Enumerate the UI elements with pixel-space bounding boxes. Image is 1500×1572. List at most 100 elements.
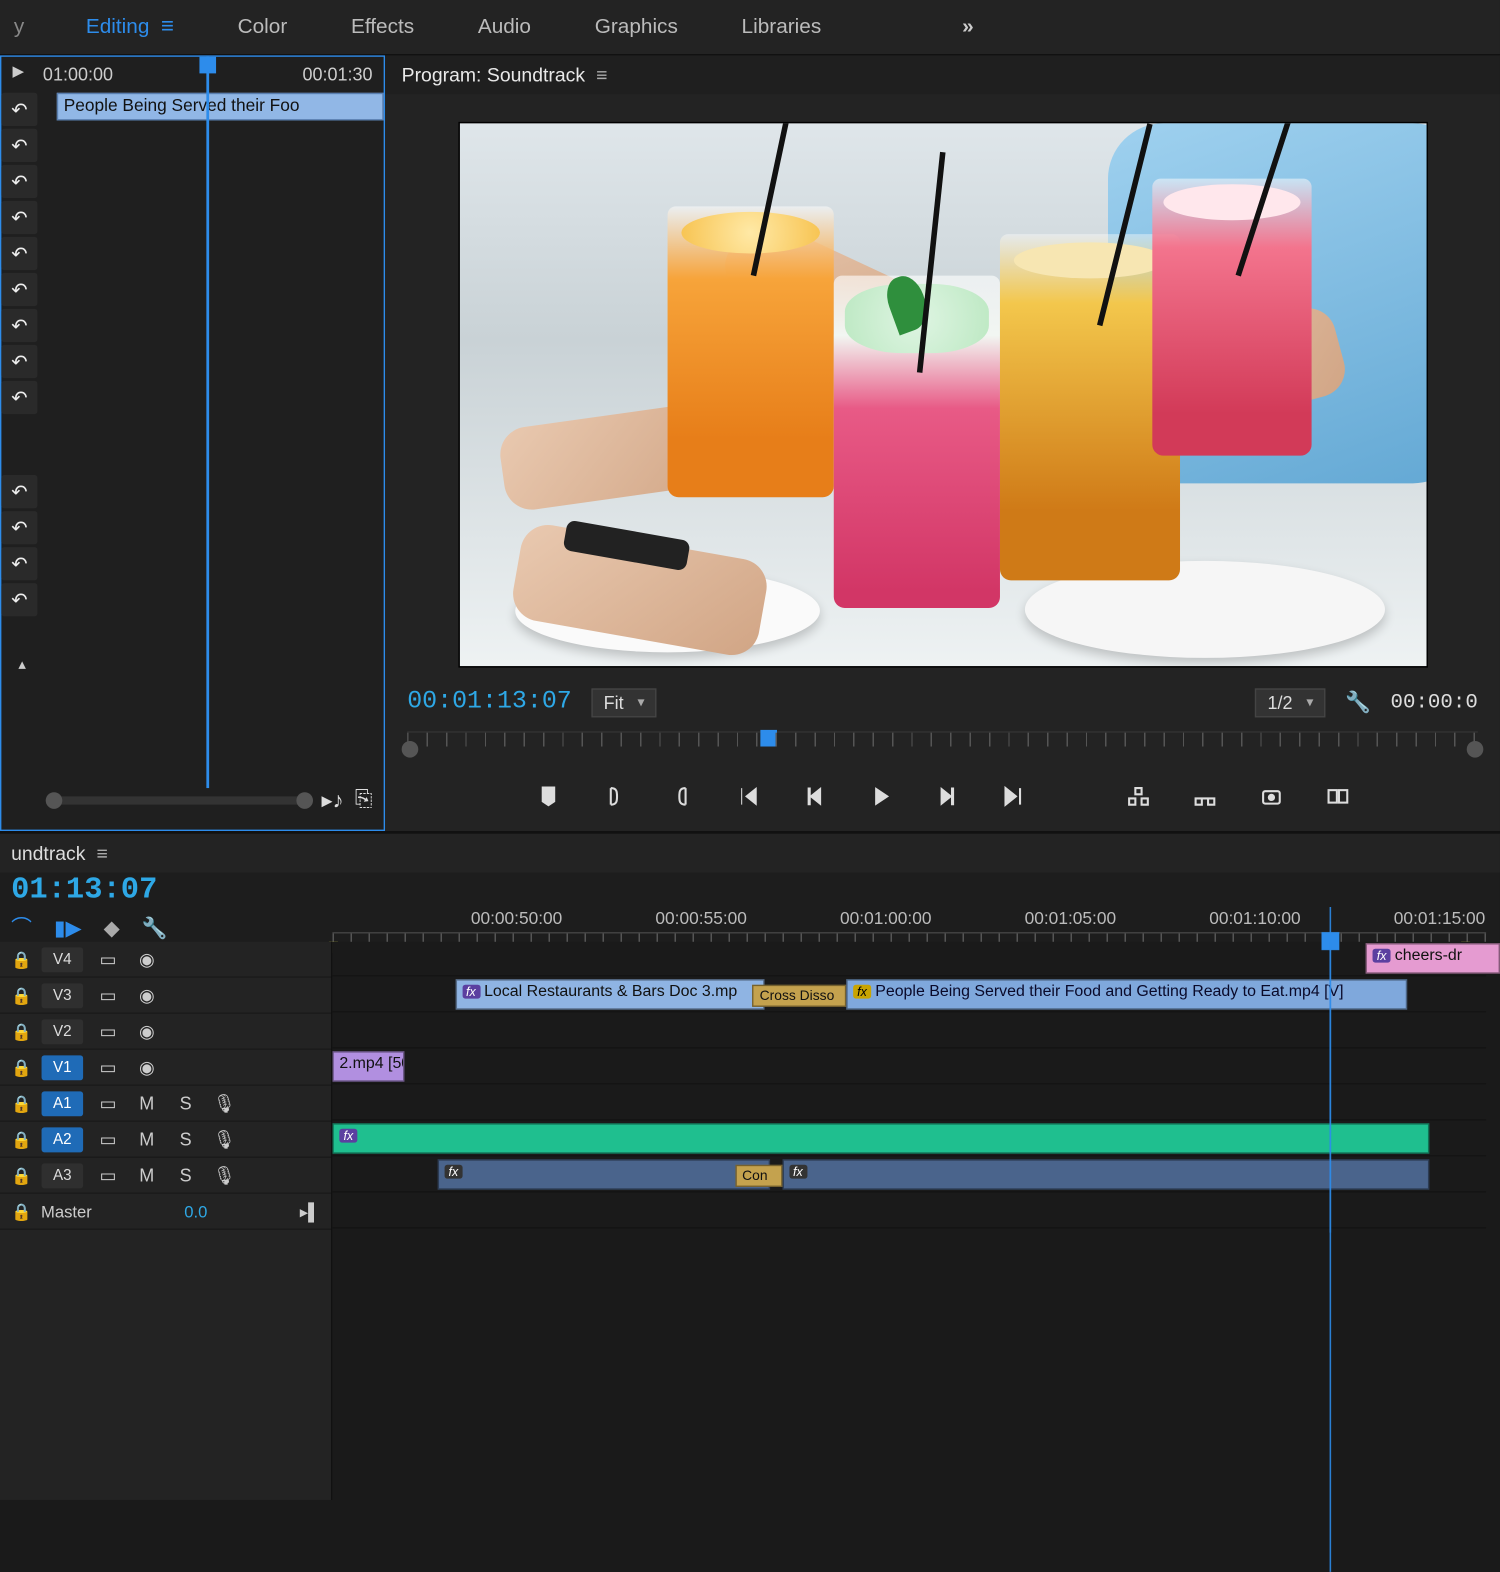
wrench-icon[interactable]: 🔧	[1345, 690, 1371, 715]
comparison-view-icon[interactable]	[1322, 781, 1352, 811]
sync-lock-icon[interactable]: ▭	[94, 1128, 122, 1150]
workspace-tab-graphics[interactable]: Graphics	[589, 1, 683, 52]
go-to-in-icon[interactable]	[732, 781, 762, 811]
lane-master[interactable]	[332, 1194, 1486, 1229]
clip[interactable]: 2.mp4 [50%]	[332, 1051, 404, 1081]
workspace-tab-color[interactable]: Color	[232, 1, 293, 52]
solo-button[interactable]: S	[172, 1129, 200, 1150]
lane-v2[interactable]	[332, 1014, 1486, 1049]
playback-resolution-select[interactable]: 1/2▾	[1255, 688, 1326, 717]
workspace-tab-effects[interactable]: Effects	[345, 1, 419, 52]
lock-icon[interactable]: 🔒	[11, 1093, 30, 1112]
clip[interactable]: fxLocal Restaurants & Bars Doc 3.mp	[455, 979, 764, 1009]
lane-a1[interactable]	[332, 1086, 1486, 1121]
hamburger-icon[interactable]: ≡	[161, 15, 174, 39]
go-to-end-icon[interactable]: ▸▌	[300, 1201, 320, 1220]
lane-v1[interactable]	[332, 1050, 1486, 1085]
play-icon[interactable]	[865, 781, 895, 811]
program-preview[interactable]	[458, 122, 1427, 668]
undo-icon[interactable]: ↶	[1, 273, 37, 306]
track-label[interactable]: V4	[42, 947, 84, 972]
workspace-overflow-icon[interactable]: »	[962, 15, 974, 39]
lock-icon[interactable]: 🔒	[11, 1021, 30, 1040]
lock-icon[interactable]: 🔒	[11, 1129, 30, 1148]
solo-button[interactable]: S	[172, 1165, 200, 1186]
mark-out-icon[interactable]	[665, 781, 695, 811]
eye-icon[interactable]: ◉	[133, 1020, 161, 1042]
clip[interactable]: fxPeople Being Served their Food and Get…	[846, 979, 1406, 1009]
track-header-v1[interactable]: 🔒 V1 ▭ ◉	[0, 1050, 331, 1086]
undo-icon[interactable]: ↶	[1, 201, 37, 234]
linked-selection-icon[interactable]: ▮▶	[54, 915, 81, 940]
insert-icon[interactable]: ▸♪	[322, 787, 344, 815]
eye-icon[interactable]: ◉	[133, 1056, 161, 1078]
track-header-v2[interactable]: 🔒 V2 ▭ ◉	[0, 1014, 331, 1050]
voiceover-icon[interactable]: 🎙	[211, 1092, 239, 1114]
workspace-tab-editing[interactable]: Editing ≡	[80, 1, 179, 54]
clip[interactable]: fxcheers-dr	[1366, 943, 1500, 973]
export-frame-icon[interactable]: ⎘	[355, 788, 373, 813]
eye-icon[interactable]: ◉	[133, 984, 161, 1006]
program-time-ruler[interactable]: /*ticks drawn below via JS not needed – …	[407, 731, 1478, 761]
mute-button[interactable]: M	[133, 1129, 161, 1150]
mute-button[interactable]: M	[133, 1165, 161, 1186]
workspace-tab-audio[interactable]: Audio	[472, 1, 536, 52]
track-label[interactable]: V1	[42, 1055, 84, 1080]
workspace-tab-libraries[interactable]: Libraries	[736, 1, 827, 52]
source-time-ruler[interactable]: ▶ 01:00:00 00:01:30	[1, 57, 383, 90]
undo-icon[interactable]: ↶	[1, 309, 37, 342]
chevron-up-icon[interactable]: ▴	[1, 655, 43, 673]
lock-icon[interactable]: 🔒	[11, 1057, 30, 1076]
mute-button[interactable]: M	[133, 1093, 161, 1114]
step-forward-icon[interactable]	[931, 781, 961, 811]
track-header-a2[interactable]: 🔒 A2 ▭ M S 🎙	[0, 1122, 331, 1158]
eye-icon[interactable]: ◉	[133, 948, 161, 970]
go-to-out-icon[interactable]	[998, 781, 1028, 811]
workspace-tab-cut[interactable]: y	[14, 15, 28, 39]
voiceover-icon[interactable]: 🎙	[211, 1164, 239, 1186]
solo-button[interactable]: S	[172, 1093, 200, 1114]
sync-lock-icon[interactable]: ▭	[94, 984, 122, 1006]
track-header-a1[interactable]: 🔒 A1 ▭ M S 🎙	[0, 1086, 331, 1122]
audio-clip[interactable]: fx	[782, 1159, 1430, 1189]
undo-icon[interactable]: ↶	[1, 475, 37, 508]
master-value[interactable]: 0.0	[184, 1201, 207, 1220]
lane-v4[interactable]	[332, 942, 1486, 977]
lock-icon[interactable]: 🔒	[11, 949, 30, 968]
source-playhead[interactable]	[206, 57, 209, 788]
track-header-v3[interactable]: 🔒 V3 ▭ ◉	[0, 978, 331, 1014]
undo-icon[interactable]: ↶	[1, 511, 37, 544]
lock-icon[interactable]: 🔒	[11, 985, 30, 1004]
source-clip[interactable]: People Being Served their Foo	[57, 93, 384, 121]
zoom-fit-select[interactable]: Fit▾	[591, 688, 657, 717]
transition-clip[interactable]: Con	[735, 1165, 782, 1187]
play-icon[interactable]: ▶	[12, 62, 24, 80]
mark-in-icon[interactable]	[599, 781, 629, 811]
undo-icon[interactable]: ↶	[1, 547, 37, 580]
sync-lock-icon[interactable]: ▭	[94, 1056, 122, 1078]
track-header-master[interactable]: 🔒 Master 0.0 ▸▌	[0, 1194, 331, 1230]
sync-lock-icon[interactable]: ▭	[94, 1020, 122, 1042]
add-marker-icon[interactable]	[533, 781, 563, 811]
program-timecode[interactable]: 00:01:13:07	[407, 688, 572, 716]
undo-icon[interactable]: ↶	[1, 93, 37, 126]
export-frame-icon[interactable]	[1256, 781, 1286, 811]
step-back-icon[interactable]	[798, 781, 828, 811]
undo-icon[interactable]: ↶	[1, 237, 37, 270]
timeline-timecode[interactable]: 01:13:07	[11, 873, 321, 908]
extract-icon[interactable]	[1189, 781, 1219, 811]
sync-lock-icon[interactable]: ▭	[94, 948, 122, 970]
audio-clip[interactable]: fx	[437, 1159, 770, 1189]
undo-icon[interactable]: ↶	[1, 583, 37, 616]
track-header-v4[interactable]: 🔒 V4 ▭ ◉	[0, 942, 331, 978]
track-label[interactable]: A2	[42, 1127, 84, 1152]
track-label[interactable]: A3	[42, 1163, 84, 1188]
snap-icon[interactable]: ⌒	[11, 913, 32, 942]
track-header-a3[interactable]: 🔒 A3 ▭ M S 🎙	[0, 1158, 331, 1194]
undo-icon[interactable]: ↶	[1, 345, 37, 378]
timeline-title[interactable]: undtrack	[11, 842, 85, 864]
track-label[interactable]: V3	[42, 983, 84, 1008]
track-label[interactable]: A1	[42, 1091, 84, 1116]
transition-clip[interactable]: Cross Disso	[753, 985, 846, 1007]
undo-icon[interactable]: ↶	[1, 381, 37, 414]
